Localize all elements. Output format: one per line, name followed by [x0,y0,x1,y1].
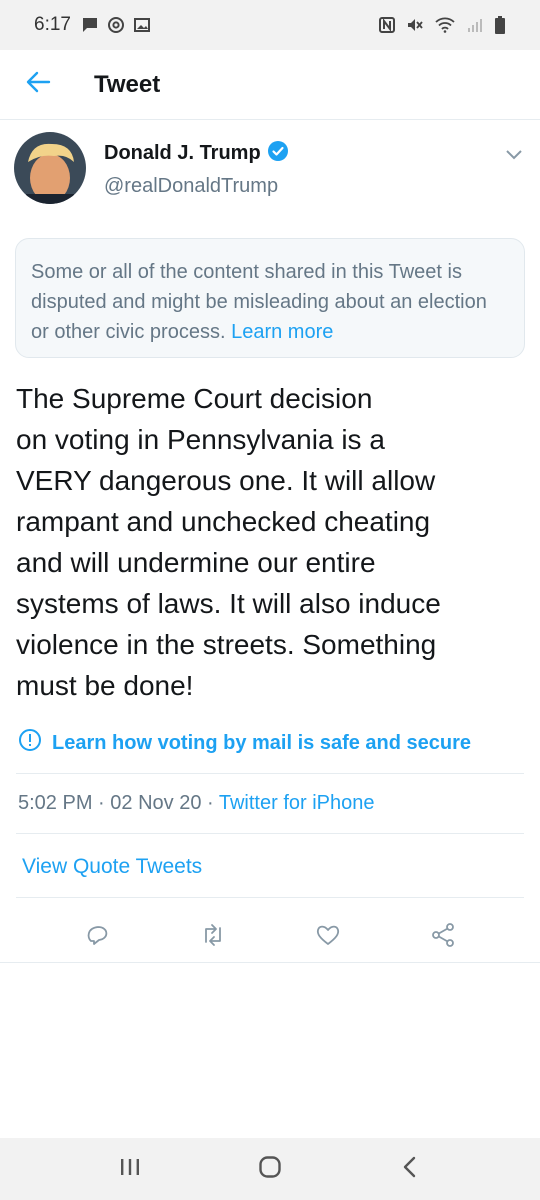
tweet-body-line: systems of laws. It will also induce [16,588,441,619]
tweet-timestamp: 5:02 PM · 02 Nov 20 · Twitter for iPhone [18,792,374,815]
home-icon [258,1155,282,1184]
learn-more-link[interactable]: Learn more [231,321,333,343]
tweet-body-line: on voting in Pennsylvania is a [16,424,385,455]
app-bar: Tweet [0,50,540,120]
voting-info-label: Learn how voting by mail is safe and sec… [52,731,472,754]
at-sign-icon [107,16,125,34]
tweet-body-line: The Supreme Court decision [16,383,373,414]
status-system-icons [378,15,506,35]
tweet-body-line: must be done! [16,670,194,701]
tweet-body-line: rampant and unchecked cheating [16,506,431,537]
back-icon [402,1156,418,1183]
status-notification-icons [81,16,151,34]
recent-apps-icon [119,1157,141,1182]
tweet-actions [0,912,540,962]
tweet-time: 5:02 PM [18,792,93,814]
like-button[interactable] [306,915,350,959]
verified-badge-icon [267,140,289,167]
recent-apps-button[interactable] [100,1144,160,1194]
disputed-notice: Some or all of the content shared in thi… [15,238,525,358]
page-title: Tweet [94,70,161,98]
retweet-icon [199,922,227,953]
avatar[interactable] [14,132,86,204]
reply-button[interactable] [76,915,120,959]
meta-separator: · [207,792,219,814]
system-back-button[interactable] [380,1144,440,1194]
author-info: Donald J. Trump @realDonaldTrump [104,140,289,198]
tweet-date: 02 Nov 20 [110,792,202,814]
author-name-row: Donald J. Trump [104,140,289,167]
tweet-menu-button[interactable] [502,144,526,168]
back-arrow-icon [25,69,51,100]
mute-icon [406,16,424,34]
like-icon [315,922,341,953]
divider [16,833,524,834]
share-icon [430,922,456,953]
status-bar: 6:17 [0,0,540,50]
author-name[interactable]: Donald J. Trump [104,142,261,165]
view-quote-tweets-link[interactable]: View Quote Tweets [22,855,202,879]
chat-notification-icon [81,16,99,34]
nfc-icon [378,16,396,34]
tweet-body-line: VERY dangerous one. It will allow [16,465,436,496]
tweet-client-link[interactable]: Twitter for iPhone [219,792,375,814]
divider [0,962,540,963]
retweet-button[interactable] [191,915,235,959]
share-button[interactable] [421,915,465,959]
divider [16,897,524,898]
reply-icon [85,922,111,953]
home-button[interactable] [240,1144,300,1194]
info-icon [18,728,42,758]
voting-info-link[interactable]: Learn how voting by mail is safe and sec… [18,728,471,758]
wifi-icon [434,16,456,34]
back-button[interactable] [10,57,66,113]
divider [16,773,524,774]
author-handle[interactable]: @realDonaldTrump [104,175,289,198]
signal-icon [466,16,484,34]
meta-separator: · [98,792,111,814]
battery-icon [494,15,506,35]
system-nav-bar [0,1138,540,1200]
tweet-author: Donald J. Trump @realDonaldTrump [14,132,530,212]
image-icon [133,16,151,34]
tweet-body-line: violence in the streets. Something [16,629,437,660]
tweet-body-line: and will undermine our entire [16,547,376,578]
chevron-down-icon [506,147,522,165]
tweet-body: The Supreme Court decision on voting in … [16,378,526,706]
status-time: 6:17 [34,14,71,35]
